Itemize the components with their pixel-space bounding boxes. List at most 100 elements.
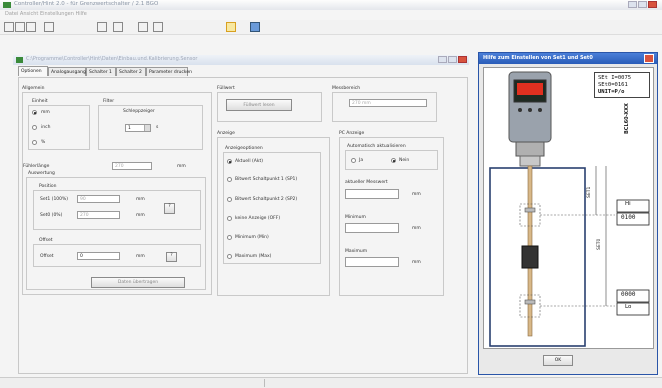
fuehlerlaenge-input[interactable]: 270 [112,162,152,170]
anzeige-radio-max[interactable] [227,254,232,259]
help-close-button[interactable] [644,54,654,63]
tab-analogausgang[interactable]: Analogausgang [48,67,86,76]
set1-unit: mm [136,197,145,202]
offset-title: Offset [39,238,53,243]
einheit-label-mm: mm [41,110,50,115]
position-help-button[interactable]: ? [164,203,175,214]
doc-close-button[interactable] [458,56,467,63]
fuehlerlaenge-unit: mm [177,164,186,169]
tab-schalter-2[interactable]: Schalter 2 [116,67,146,76]
upload-icon[interactable] [138,22,148,32]
chevron-down-icon[interactable] [144,125,150,131]
help-ok-button[interactable]: OK [543,355,573,366]
anzeige-radio-sp2[interactable] [227,197,232,202]
auto-update-label-ja: Ja [359,158,364,163]
minimize-button[interactable] [628,1,637,8]
set1-input[interactable]: 90 [77,195,120,203]
status-bar [0,377,662,388]
einheit-group [28,105,90,150]
anzeigeoptionen-title: Anzeigeoptionen [225,146,263,151]
messbereich-group [332,92,437,122]
messbereich-title: Messbereich [332,86,361,91]
aktueller-messwert-input [345,189,399,199]
fuellwert-button[interactable]: Füllwert lesen [226,99,292,111]
set1-label: Set1 (100%) [40,197,69,202]
menu-bar[interactable]: Datei Ansicht Einstellungen Hilfe [0,10,662,20]
filter-label: Schleppzeiger [123,109,155,114]
einheit-radio-inch[interactable] [32,125,37,130]
tab-schalter-1[interactable]: Schalter 1 [86,67,116,76]
position-title: Position [39,184,57,189]
filter-unit: s [156,125,159,130]
print-icon[interactable] [44,22,54,32]
info-icon[interactable] [250,22,260,32]
messbereich-input: 270 mm [349,99,427,107]
menu-items[interactable]: Datei Ansicht Einstellungen Hilfe [5,11,87,17]
tab-optionen[interactable]: Optionen [18,66,48,76]
write-device-icon[interactable] [113,22,123,32]
auto-update-radio-nein[interactable] [391,158,396,163]
apply-button[interactable]: Daten übertragen [91,277,185,288]
offset-label: Offset [40,254,54,259]
download-icon[interactable] [153,22,163,32]
maximum-unit: mm [412,260,421,265]
float [521,245,539,269]
open-file-icon[interactable] [15,22,25,32]
read-device-icon[interactable] [97,22,107,32]
help-window: Hilfe zum Einstellen von Set1 und Set0 S… [478,52,658,375]
status-divider [264,379,265,387]
anzeige-label-off: keine Anzeige (OFF) [235,216,281,221]
offset-help-button[interactable]: ? [166,252,177,262]
maximize-button[interactable] [638,1,647,8]
anzeige-radio-off[interactable] [227,216,232,221]
display-readout: SEt I=0075 SEt0=0161 UNIT=P/o [594,72,650,98]
einheit-radio-percent[interactable] [32,140,37,145]
document-icon [16,57,23,63]
help-title-bar: Hilfe zum Einstellen von Set1 und Set0 [479,53,657,64]
toolbar [0,20,662,35]
close-button[interactable] [648,1,657,8]
set0-label: SET0 [597,238,602,250]
pc-anzeige-title: PC Anzeige [339,131,365,136]
doc-maximize-button[interactable] [448,56,457,63]
stop-ring-bottom [524,299,536,305]
anzeige-label-max: Maximum (Max) [235,254,272,259]
auto-update-title: Automatisch aktualisieren [347,144,406,149]
einheit-radio-mm[interactable] [32,110,37,115]
sensor-button-3 [538,108,542,112]
value-low: 0000 [621,291,636,298]
doc-minimize-button[interactable] [438,56,447,63]
anzeige-radio-aktuell[interactable] [227,159,232,164]
hi-box [616,199,650,213]
app-title: Controller/Hint 2.0 - für Grenzwertschal… [14,1,159,7]
help-title: Hilfe zum Einstellen von Set1 und Set0 [483,55,593,61]
einheit-label-inch: inch [41,125,51,130]
anzeige-radio-min[interactable] [227,235,232,240]
tab-parameter-drucken[interactable]: Parameter drucken [146,67,192,76]
set0-input[interactable]: 270 [77,211,120,219]
value-high: 0100 [621,214,636,221]
app-title-bar: Controller/Hint 2.0 - für Grenzwertschal… [0,0,662,10]
help-icon[interactable] [226,22,236,32]
save-file-icon[interactable] [26,22,36,32]
anzeige-title: Anzeige [217,131,235,136]
set0-unit: mm [136,213,145,218]
einheit-label-percent: % [41,140,46,145]
stop-ring-top [524,207,536,213]
hi-symbol: Hi [625,201,631,207]
new-file-icon[interactable] [4,22,14,32]
app-logo-icon [3,2,11,8]
sensor-thread [519,155,541,167]
maximum-label: Maximum [345,249,368,254]
aktueller-messwert-unit: mm [412,192,421,197]
lo-symbol: Lo [625,304,632,310]
filter-value: 1 [128,126,131,131]
auto-update-radio-ja[interactable] [351,158,356,163]
anzeige-radio-sp1[interactable] [227,177,232,182]
options-panel: Allgemein Einheit mm inch % Filter Schle… [18,77,468,374]
anzeigeoptionen-group [223,152,321,264]
set0-label: Set0 (0%) [40,213,63,218]
minimum-unit: mm [412,226,421,231]
offset-input[interactable]: 0 [77,252,120,260]
anzeige-label-sp1: Bitwert Schaltpunkt 1 (SP1) [235,177,298,182]
